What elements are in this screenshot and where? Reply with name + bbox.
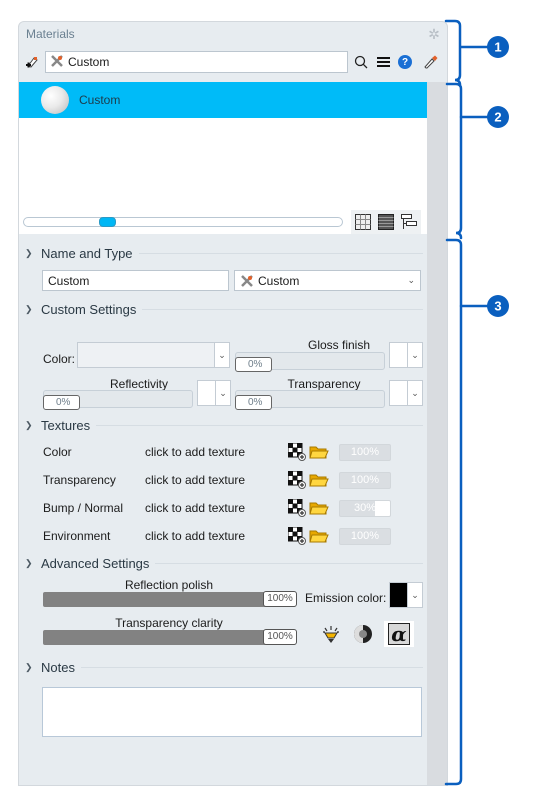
callout-bracket-3 xyxy=(444,238,463,786)
callout-bracket-1 xyxy=(444,19,462,86)
callout-bracket-2 xyxy=(445,82,463,240)
callout-badge-2: 2 xyxy=(487,106,509,128)
callout-number: 1 xyxy=(494,40,501,55)
callout-number: 2 xyxy=(494,110,501,125)
callout-badge-3: 3 xyxy=(487,295,509,317)
callout-number: 3 xyxy=(494,299,501,314)
callout-badge-1: 1 xyxy=(487,36,509,58)
callout-overlay: 1 2 3 xyxy=(444,19,509,786)
